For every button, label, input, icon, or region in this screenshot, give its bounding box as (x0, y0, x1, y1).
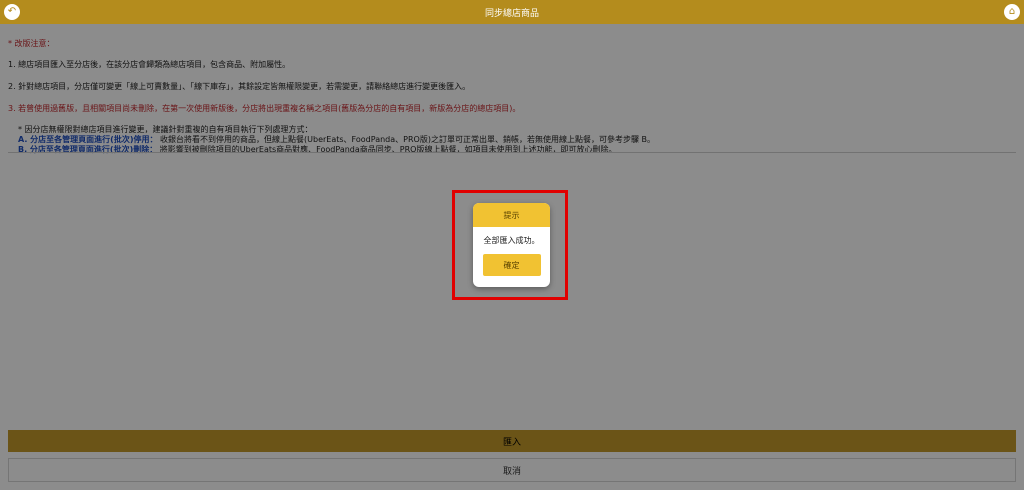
page-title: 同步總店商品 (484, 8, 539, 19)
top-bar: ↶ 同步總店商品 ⌂ (0, 0, 1024, 24)
alert-dialog: 提示 全部匯入成功。 確定 (473, 203, 550, 287)
confirm-button[interactable]: 確定 (482, 254, 541, 276)
home-icon[interactable]: ⌂ (1004, 4, 1020, 20)
back-icon[interactable]: ↶ (4, 4, 20, 20)
dialog-message: 全部匯入成功。 (483, 236, 540, 245)
dialog-title: 提示 (473, 203, 550, 227)
